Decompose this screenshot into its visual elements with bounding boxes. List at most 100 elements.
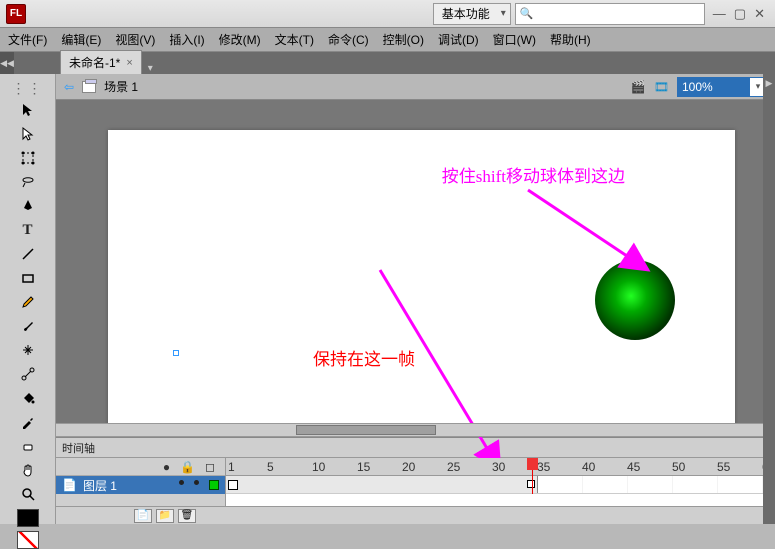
menu-file[interactable]: 文件(F): [8, 31, 47, 48]
brush-tool[interactable]: [16, 315, 40, 337]
tab-close-button[interactable]: ×: [126, 57, 132, 69]
menu-control[interactable]: 控制(O): [383, 31, 424, 48]
workspace-switcher[interactable]: 基本功能: [433, 3, 511, 25]
collapse-dock-left[interactable]: ◀◀: [0, 52, 14, 74]
ruler-number: 30: [492, 460, 505, 474]
close-button[interactable]: ✕: [754, 6, 765, 22]
window-controls: — ▢ ✕: [713, 6, 765, 22]
menu-modify[interactable]: 修改(M): [219, 31, 261, 48]
green-ball-object[interactable]: [595, 260, 675, 340]
timeline-panel: 时间轴 ● 🔒 ◻ 📄 图层 1: [56, 437, 775, 524]
document-tab-label: 未命名-1*: [69, 54, 120, 71]
workspace-label: 基本功能: [442, 5, 490, 22]
ruler-number: 45: [627, 460, 640, 474]
line-tool[interactable]: [16, 243, 40, 265]
zoom-value: 100%: [678, 78, 750, 96]
text-tool[interactable]: T: [16, 219, 40, 241]
timeline-title: 时间轴: [56, 438, 775, 458]
layer-row[interactable]: 📄 图层 1: [56, 476, 225, 494]
menu-insert[interactable]: 插入(I): [169, 31, 204, 48]
tools-panel: ⋮⋮ T: [0, 74, 56, 524]
deco-tool[interactable]: [16, 339, 40, 361]
ruler-number: 10: [312, 460, 325, 474]
timeline-track[interactable]: [226, 476, 775, 494]
annotation-keep-frame: 保持在这一帧: [313, 345, 415, 370]
ruler-number: 15: [357, 460, 370, 474]
fill-color-swatch[interactable]: [17, 531, 39, 549]
pencil-tool[interactable]: [16, 291, 40, 313]
lock-column-icon[interactable]: 🔒: [180, 460, 195, 474]
edit-symbols-icon[interactable]: 🎬: [631, 80, 646, 94]
visibility-column-icon[interactable]: ●: [163, 460, 170, 474]
ruler-number: 5: [267, 460, 274, 474]
frame-grid: [538, 476, 775, 493]
timeline-layers-column: ● 🔒 ◻ 📄 图层 1: [56, 458, 226, 506]
restore-button[interactable]: ▢: [734, 6, 746, 22]
timeline-footer: 📄 📁 🗑: [56, 506, 775, 524]
ruler-number: 25: [447, 460, 460, 474]
scrollbar-thumb[interactable]: [296, 425, 436, 435]
title-bar: FL 基本功能 🔍 — ▢ ✕: [0, 0, 775, 28]
eraser-tool[interactable]: [16, 435, 40, 457]
eyedropper-tool[interactable]: [16, 411, 40, 433]
panel-grip[interactable]: ⋮⋮: [12, 80, 44, 97]
selection-handle[interactable]: [173, 350, 179, 356]
subselection-tool[interactable]: [16, 123, 40, 145]
edit-scene-icon[interactable]: 🎞: [654, 80, 669, 94]
stroke-color-swatch[interactable]: [17, 509, 39, 527]
scene-icon: [82, 81, 96, 93]
delete-layer-button[interactable]: 🗑: [178, 509, 196, 523]
ruler-number: 20: [402, 460, 415, 474]
back-button[interactable]: ⇦: [64, 80, 74, 94]
lasso-tool[interactable]: [16, 171, 40, 193]
ruler-number: 40: [582, 460, 595, 474]
tab-dropdown-icon[interactable]: ▾: [148, 63, 153, 74]
horizontal-scrollbar[interactable]: [56, 423, 775, 437]
ruler-number: 50: [672, 460, 685, 474]
keyframe-end[interactable]: [527, 480, 535, 488]
layer-visibility-dot[interactable]: [179, 480, 184, 485]
zoom-control[interactable]: 100% ▾: [677, 77, 767, 97]
bone-tool[interactable]: [16, 363, 40, 385]
annotation-move-ball: 按住shift移动球体到这边: [442, 162, 625, 187]
timeline-frames[interactable]: 1510152025303540455055606570: [226, 458, 775, 506]
search-input[interactable]: [538, 7, 704, 21]
zoom-tool[interactable]: [16, 483, 40, 505]
menu-window[interactable]: 窗口(W): [493, 31, 536, 48]
layer-lock-dot[interactable]: [194, 480, 199, 485]
timeline-ruler[interactable]: 1510152025303540455055606570: [226, 458, 775, 476]
rectangle-tool[interactable]: [16, 267, 40, 289]
edit-bar: ⇦ 场景 1 🎬 🎞 100% ▾: [56, 74, 775, 100]
scene-label: 场景 1: [104, 78, 138, 95]
search-box[interactable]: 🔍: [515, 3, 705, 25]
menu-view[interactable]: 视图(V): [115, 31, 155, 48]
color-swatches: [17, 509, 39, 549]
free-transform-tool[interactable]: [16, 147, 40, 169]
layer-column-headers: ● 🔒 ◻: [56, 458, 225, 476]
menu-text[interactable]: 文本(T): [275, 31, 314, 48]
playhead[interactable]: [532, 458, 533, 494]
menu-commands[interactable]: 命令(C): [328, 31, 369, 48]
outline-column-icon[interactable]: ◻: [205, 460, 215, 474]
app-logo: FL: [6, 4, 26, 24]
stage[interactable]: 按住shift移动球体到这边 保持在这一帧: [108, 130, 735, 423]
ruler-number: 1: [228, 460, 235, 474]
selection-tool[interactable]: [16, 99, 40, 121]
ruler-number: 35: [537, 460, 550, 474]
pen-tool[interactable]: [16, 195, 40, 217]
hand-tool[interactable]: [16, 459, 40, 481]
menu-debug[interactable]: 调试(D): [438, 31, 479, 48]
layer-outline-swatch[interactable]: [209, 480, 219, 490]
document-tab[interactable]: 未命名-1* ×: [60, 50, 142, 74]
menu-help[interactable]: 帮助(H): [550, 31, 591, 48]
stage-viewport[interactable]: 按住shift移动球体到这边 保持在这一帧: [56, 100, 775, 423]
minimize-button[interactable]: —: [713, 6, 726, 22]
frame-span[interactable]: [226, 476, 538, 493]
layer-name: 图层 1: [83, 477, 117, 494]
layer-type-icon: 📄: [62, 478, 77, 492]
new-folder-button[interactable]: 📁: [156, 509, 174, 523]
new-layer-button[interactable]: 📄: [134, 509, 152, 523]
menu-edit[interactable]: 编辑(E): [61, 31, 101, 48]
collapse-dock-right[interactable]: ▶: [763, 74, 775, 524]
paint-bucket-tool[interactable]: [16, 387, 40, 409]
